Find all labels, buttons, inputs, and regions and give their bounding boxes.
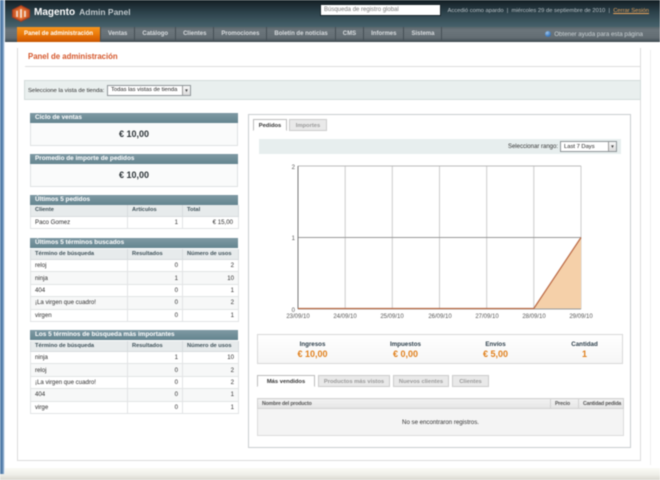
svg-text:28/09/10: 28/09/10 xyxy=(522,314,546,320)
svg-text:23/09/10: 23/09/10 xyxy=(286,314,310,320)
svg-text:1: 1 xyxy=(292,236,296,242)
svg-text:26/09/10: 26/09/10 xyxy=(428,314,452,320)
svg-text:29/09/10: 29/09/10 xyxy=(569,314,593,320)
svg-text:2: 2 xyxy=(292,165,296,171)
svg-text:25/09/10: 25/09/10 xyxy=(380,314,404,320)
svg-text:27/09/10: 27/09/10 xyxy=(475,314,499,320)
svg-text:24/09/10: 24/09/10 xyxy=(333,314,357,320)
